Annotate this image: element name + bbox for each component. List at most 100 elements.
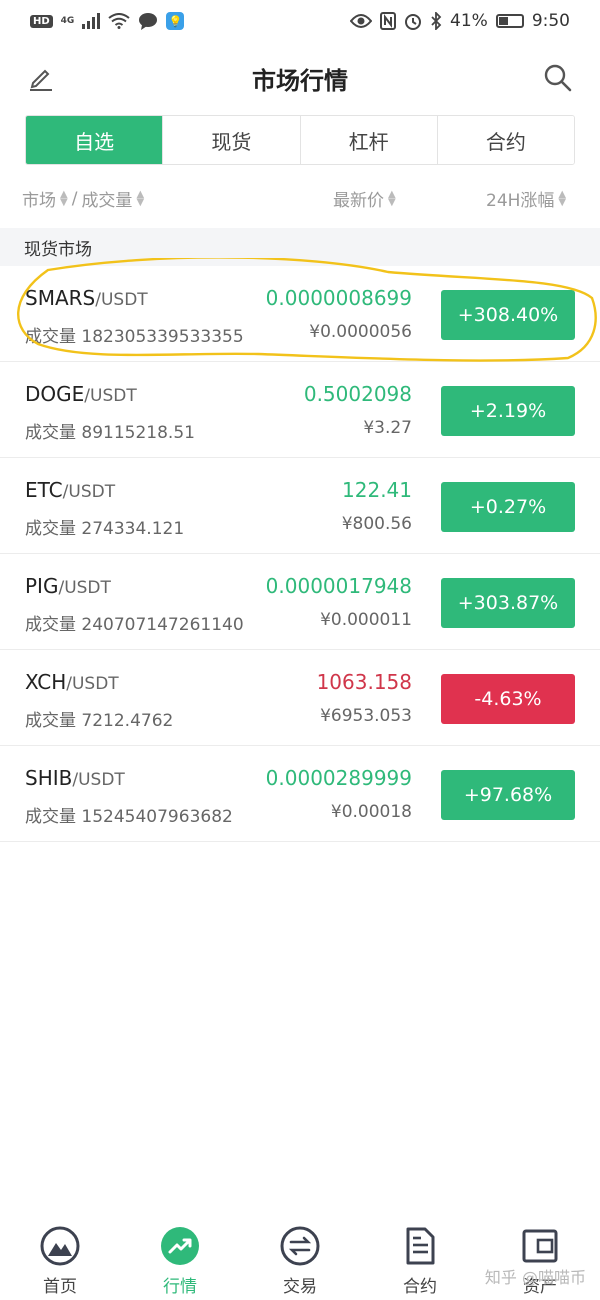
volume-label: 成交量 (25, 327, 76, 347)
sort-caret-icon: ▲ ▼ (136, 188, 145, 208)
fiat-price: ¥6953.053 (320, 706, 412, 726)
pair-name: SHIB/USDT (25, 766, 125, 790)
wallet-icon (522, 1229, 558, 1263)
volume: 成交量 274334.121 (25, 514, 184, 539)
tab-contract[interactable]: 合约 (437, 116, 574, 164)
volume-label: 成交量 (25, 711, 76, 731)
change-badge[interactable]: +308.40% (441, 290, 575, 340)
nav-label: 首页 (43, 1277, 77, 1297)
volume-label: 成交量 (25, 519, 76, 539)
battery-percent: 41% (450, 11, 488, 31)
sort-24h-change[interactable]: 24H涨幅 ▲ ▼ (486, 186, 566, 211)
base-symbol: PIG (25, 574, 59, 598)
pair-name: SMARS/USDT (25, 286, 148, 310)
trend-icon (161, 1227, 199, 1265)
volume-label: 成交量 (25, 423, 76, 443)
tab-margin[interactable]: 杠杆 (300, 116, 438, 164)
volume: 成交量 240707147261140 (25, 610, 244, 635)
sort-bar: 市场 ▲ ▼ / 成交量 ▲ ▼ 最新价 ▲ ▼ 24H涨幅 ▲ ▼ (0, 178, 600, 216)
base-symbol: ETC (25, 478, 63, 502)
nav-market[interactable]: 行情 (120, 1218, 240, 1300)
volume-label: 成交量 (25, 615, 76, 635)
quote-symbol: /USDT (84, 386, 137, 406)
sort-price-label: 最新价 (333, 191, 384, 211)
market-row-doge[interactable]: DOGE/USDT 成交量 89115218.51 0.5002098 ¥3.2… (0, 362, 600, 458)
tab-spot[interactable]: 现货 (163, 116, 301, 164)
volume: 成交量 182305339533355 (25, 322, 244, 347)
quote-symbol: /USDT (62, 482, 116, 502)
sort-caret-icon: ▲ ▼ (60, 188, 68, 208)
volume-value: 182305339533355 (81, 327, 244, 347)
clock: 9:50 (531, 11, 570, 31)
base-symbol: SHIB (25, 766, 73, 790)
market-row-smars[interactable]: SMARS/USDT 成交量 182305339533355 0.0000008… (0, 266, 600, 362)
volume-value: 7212.4762 (81, 711, 174, 731)
sort-caret-icon: ▲ ▼ (388, 188, 396, 208)
pair-name: XCH/USDT (25, 670, 119, 694)
alarm-icon (405, 14, 422, 30)
quote-symbol: /USDT (95, 290, 148, 310)
nav-contract[interactable]: 合约 (360, 1218, 480, 1300)
volume: 成交量 89115218.51 (25, 418, 195, 443)
app-header: 市场行情 (0, 50, 600, 106)
market-row-pig[interactable]: PIG/USDT 成交量 240707147261140 0.000001794… (0, 554, 600, 650)
sort-latest-price[interactable]: 最新价 ▲ ▼ (333, 186, 396, 211)
market-row-xch[interactable]: XCH/USDT 成交量 7212.4762 1063.158 ¥6953.05… (0, 650, 600, 746)
base-symbol: XCH (25, 670, 67, 694)
sort-change-label: 24H涨幅 (486, 191, 555, 211)
last-price: 0.0000289999 (265, 766, 412, 790)
mountain-icon (40, 1226, 80, 1266)
quote-symbol: /USDT (72, 770, 125, 790)
search-icon[interactable] (542, 62, 574, 94)
last-price: 0.0000017948 (265, 574, 412, 598)
wifi-icon (108, 13, 130, 29)
nav-trade[interactable]: 交易 (240, 1218, 360, 1300)
last-price: 0.0000008699 (265, 286, 412, 310)
nav-label: 行情 (163, 1277, 197, 1297)
volume-value: 15245407963682 (81, 807, 233, 827)
watermark: 知乎 @喵喵币 (484, 1268, 586, 1287)
market-row-etc[interactable]: ETC/USDT 成交量 274334.121 122.41 ¥800.56 +… (0, 458, 600, 554)
pair-name: ETC/USDT (25, 478, 115, 502)
base-symbol: DOGE (25, 382, 85, 406)
fiat-price: ¥3.27 (363, 418, 412, 438)
volume-value: 274334.121 (81, 519, 185, 539)
sort-market-label: 市场 (22, 191, 56, 211)
sort-caret-icon: ▲ ▼ (558, 188, 567, 208)
sort-volume-label: 成交量 (81, 191, 133, 211)
volume-label: 成交量 (25, 807, 76, 827)
hd-badge: HD (30, 14, 53, 28)
tab-favorites[interactable]: 自选 (26, 116, 164, 164)
last-price: 0.5002098 (303, 382, 412, 406)
section-header: 现货市场 (0, 228, 600, 266)
last-price: 1063.158 (316, 670, 412, 694)
market-row-shib[interactable]: SHIB/USDT 成交量 15245407963682 0.000028999… (0, 746, 600, 842)
network-badge: 4G (60, 15, 75, 26)
document-icon (406, 1227, 435, 1265)
change-badge[interactable]: +303.87% (441, 578, 575, 628)
fiat-price: ¥0.00018 (330, 802, 412, 822)
nav-label: 交易 (283, 1277, 317, 1297)
nav-home[interactable]: 首页 (0, 1218, 120, 1300)
market-tabs: 自选 现货 杠杆 合约 (25, 115, 575, 165)
change-badge[interactable]: -4.63% (441, 674, 575, 724)
change-badge[interactable]: +0.27% (441, 482, 575, 532)
edit-icon[interactable] (26, 62, 56, 92)
change-badge[interactable]: +2.19% (441, 386, 575, 436)
exchange-icon (280, 1226, 320, 1266)
fiat-price: ¥800.56 (341, 514, 412, 534)
sort-market-volume[interactable]: 市场 ▲ ▼ / 成交量 ▲ ▼ (22, 186, 145, 212)
pair-name: PIG/USDT (25, 574, 111, 598)
volume: 成交量 15245407963682 (25, 802, 233, 827)
quote-symbol: /USDT (58, 578, 111, 598)
sort-separator: / (71, 188, 78, 209)
last-price: 122.41 (342, 478, 412, 502)
change-badge[interactable]: +97.68% (441, 770, 575, 820)
volume-value: 240707147261140 (81, 615, 244, 635)
signal-icon (82, 13, 101, 29)
nfc-icon (380, 12, 397, 30)
fiat-price: ¥0.0000056 (309, 322, 412, 342)
app-notification-icon: 💡 (166, 12, 185, 30)
quote-symbol: /USDT (66, 674, 119, 694)
message-icon (139, 13, 158, 30)
